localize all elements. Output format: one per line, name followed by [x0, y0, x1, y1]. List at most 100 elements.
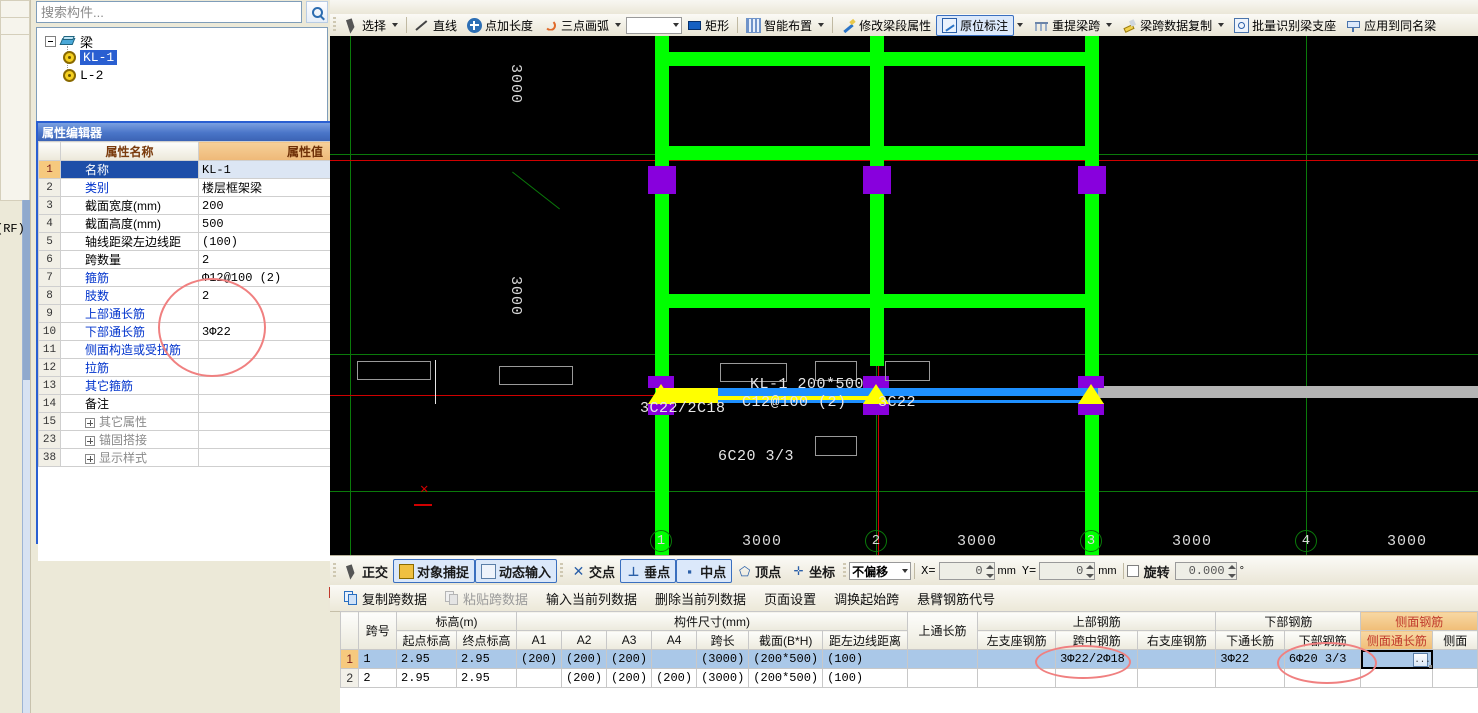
- cell-bottom-rebar[interactable]: 6Φ20 3/3: [1283, 649, 1362, 669]
- snap-button-coordinate[interactable]: ✛ 坐标: [786, 560, 840, 582]
- toolbar-button-apply-same-name[interactable]: 应用到同名梁: [1341, 15, 1441, 35]
- search-button[interactable]: [306, 1, 328, 23]
- cell-section[interactable]: (200*500): [748, 668, 824, 688]
- axis-bubble-2[interactable]: 2: [865, 530, 887, 552]
- annotation-box[interactable]: [499, 366, 573, 385]
- beam-vertical[interactable]: [870, 36, 884, 366]
- toolbar-button-smart-layout[interactable]: 智能布置: [741, 15, 829, 35]
- table-row[interactable]: 1 1 2.95 2.95 (200) (200) (200) (3000) (…: [340, 649, 1478, 669]
- cell-bottom-through-rebar[interactable]: 3Φ22: [1215, 649, 1285, 669]
- header-left-support-rebar[interactable]: 左支座钢筋: [977, 630, 1057, 650]
- span-button-delete-current-column[interactable]: 删除当前列数据: [646, 589, 755, 608]
- header-start-elevation[interactable]: 起点标高: [396, 630, 458, 650]
- cell-side-through-rebar[interactable]: ...: [1360, 649, 1434, 669]
- cell-top-through-rebar[interactable]: [906, 649, 979, 669]
- toolbar-button-line[interactable]: 直线: [410, 15, 462, 35]
- cell-left-support-rebar[interactable]: [977, 649, 1057, 669]
- rotate-checkbox[interactable]: [1126, 565, 1139, 577]
- expand-icon[interactable]: [85, 417, 95, 428]
- expand-icon[interactable]: [85, 435, 95, 446]
- header-right-support-rebar[interactable]: 右支座钢筋: [1137, 630, 1217, 650]
- header-a2[interactable]: A2: [561, 630, 608, 650]
- tree-node-kl1[interactable]: KL-1: [63, 50, 118, 65]
- cell-side-extra[interactable]: [1432, 668, 1478, 688]
- snapbar-grip[interactable]: [560, 563, 564, 579]
- collapse-icon[interactable]: [45, 36, 56, 47]
- axis-bubble-1[interactable]: 1: [650, 530, 672, 552]
- snap-toolbar[interactable]: 正交 对象捕捉 动态输入 ✕ 交点 ⊥ 垂点 ▪ 中点 ⬠ 顶点 ✛ 坐标 不偏…: [330, 555, 1478, 587]
- y-input[interactable]: 0: [1039, 562, 1096, 580]
- property-row-key[interactable]: 显示样式: [60, 448, 199, 467]
- axis-bubble-3[interactable]: 3: [1080, 530, 1102, 552]
- cell-a1[interactable]: (200): [516, 649, 563, 669]
- cell-a3[interactable]: (200): [606, 668, 653, 688]
- cell-side-through-rebar[interactable]: [1360, 668, 1434, 688]
- cell-a2[interactable]: (200): [561, 649, 608, 669]
- rotate-input[interactable]: 0.000: [1174, 562, 1237, 580]
- snap-button-intersection[interactable]: ✕ 交点: [566, 560, 620, 582]
- header-a3[interactable]: A3: [606, 630, 653, 650]
- annotation-box[interactable]: [815, 436, 857, 456]
- cell-a1[interactable]: [516, 668, 563, 688]
- span-button-page-setup[interactable]: 页面设置: [755, 589, 825, 608]
- component-tree[interactable]: 梁 KL-1 L-2: [36, 27, 328, 122]
- header-left-edge-distance[interactable]: 距左边线距离: [822, 630, 908, 650]
- chevron-down-icon[interactable]: [673, 23, 680, 27]
- row-number[interactable]: 1: [340, 649, 360, 669]
- header-span-no[interactable]: 跨号: [358, 611, 398, 650]
- toolbar-button-rectangle[interactable]: 矩形: [682, 15, 734, 35]
- header-side-extra[interactable]: 侧面: [1432, 630, 1478, 650]
- spinner-icon[interactable]: [984, 564, 994, 579]
- cell-bottom-through-rebar[interactable]: [1215, 668, 1285, 688]
- span-button-cantilever-code[interactable]: 悬臂钢筋代号: [908, 589, 1004, 608]
- toolbar-grip[interactable]: [333, 17, 336, 33]
- cell-right-support-rebar[interactable]: [1137, 668, 1217, 688]
- spinner-icon[interactable]: [1084, 564, 1095, 579]
- table-row[interactable]: 2 2 2.95 2.95 (200) (200) (200) (3000) (…: [340, 668, 1478, 688]
- chevron-down-icon[interactable]: [1106, 23, 1113, 27]
- header-a4[interactable]: A4: [651, 630, 698, 650]
- cell-left-edge-distance[interactable]: (100): [822, 649, 908, 669]
- header-side-through-rebar[interactable]: 侧面通长筋: [1360, 630, 1434, 650]
- span-button-copy-span-data[interactable]: 复制跨数据: [330, 589, 436, 608]
- toolbar-button-batch-support[interactable]: 批量识别梁支座: [1229, 15, 1341, 35]
- cell-mid-span-rebar[interactable]: [1055, 668, 1139, 688]
- cell-end-elevation[interactable]: 2.95: [456, 649, 518, 669]
- chevron-down-icon[interactable]: [1017, 23, 1024, 27]
- spinner-icon[interactable]: [1226, 564, 1236, 579]
- cell-a4[interactable]: (200): [651, 668, 698, 688]
- resize-handle[interactable]: [1429, 665, 1432, 668]
- axis-bubble-4[interactable]: 4: [1295, 530, 1317, 552]
- cad-canvas[interactable]: KL-1 200*500 C12@100 (2) 3C22/2C18 3C22 …: [330, 36, 1478, 555]
- cell-a2[interactable]: (200): [561, 668, 608, 688]
- snapbar-grip[interactable]: [333, 563, 336, 579]
- toolbar-button-re-extract-span[interactable]: 重提梁跨: [1029, 15, 1117, 35]
- cell-left-edge-distance[interactable]: (100): [822, 668, 908, 688]
- header-bottom-through-rebar[interactable]: 下通长筋: [1215, 630, 1285, 650]
- cell-span-no[interactable]: 1: [358, 649, 398, 669]
- header-a1[interactable]: A1: [516, 630, 563, 650]
- cell-start-elevation[interactable]: 2.95: [396, 668, 458, 688]
- header-mid-span-rebar[interactable]: 跨中钢筋: [1055, 630, 1139, 650]
- snap-button-midpoint[interactable]: ▪ 中点: [676, 559, 733, 583]
- header-top-through-rebar[interactable]: 上通长筋: [906, 611, 979, 650]
- expand-icon[interactable]: [85, 453, 95, 464]
- header-section[interactable]: 截面(B*H): [748, 630, 824, 650]
- cell-a4[interactable]: [651, 649, 698, 669]
- property-row-key[interactable]: 锚固搭接: [60, 430, 199, 449]
- cell-start-elevation[interactable]: 2.95: [396, 649, 458, 669]
- chevron-down-icon[interactable]: [902, 569, 909, 573]
- snap-button-object-snap[interactable]: 对象捕捉: [393, 559, 476, 583]
- toolbar-button-copy-span-data[interactable]: 梁跨数据复制: [1117, 15, 1229, 35]
- annotation-box[interactable]: [885, 361, 930, 381]
- snap-button-perpendicular[interactable]: ⊥ 垂点: [620, 559, 677, 583]
- cell-a3[interactable]: (200): [606, 649, 653, 669]
- cell-bottom-rebar[interactable]: [1283, 668, 1362, 688]
- toolbar-combo[interactable]: [626, 16, 683, 34]
- cell-span-length[interactable]: (3000): [696, 649, 750, 669]
- span-button-swap-start-span[interactable]: 调换起始跨: [825, 589, 908, 608]
- header-span-length[interactable]: 跨长: [696, 630, 750, 650]
- toolbar-button-point-length[interactable]: 点加长度: [462, 15, 538, 35]
- span-button-input-current-column[interactable]: 输入当前列数据: [537, 589, 646, 608]
- span-button-paste-span-data[interactable]: 粘贴跨数据: [436, 589, 537, 608]
